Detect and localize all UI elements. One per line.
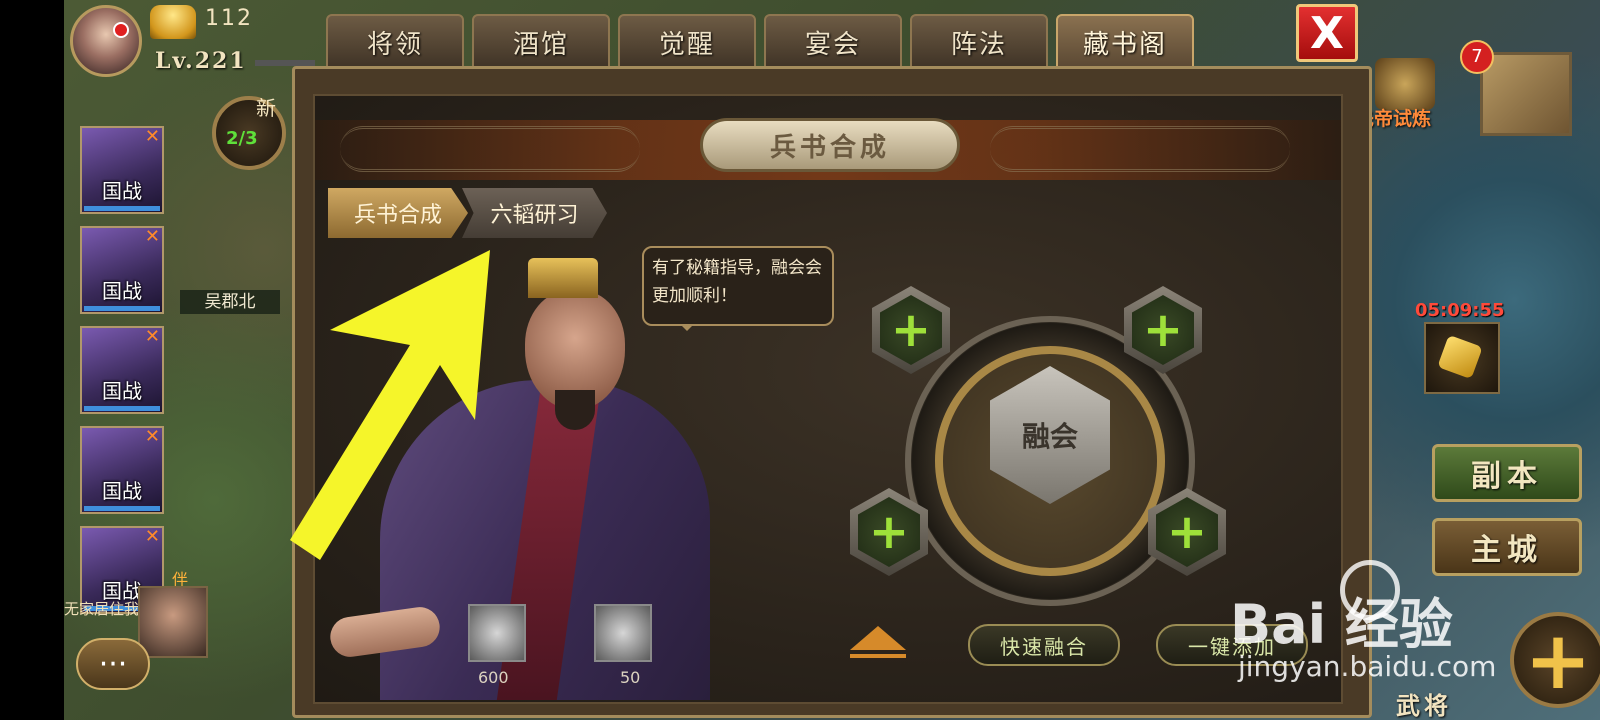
gold-ingot-icon bbox=[150, 5, 196, 39]
companion-portrait[interactable] bbox=[138, 586, 208, 658]
dungeon-button[interactable]: 副本 bbox=[1432, 444, 1582, 502]
map-location-label[interactable]: 吴郡北 bbox=[180, 290, 280, 314]
advisor-speech-bubble: 有了秘籍指导，融会会更加顺利！ bbox=[642, 246, 834, 331]
subtab-book-synthesis[interactable]: 兵书合成 bbox=[328, 188, 468, 238]
card-label: 国战 bbox=[102, 179, 142, 203]
crossed-swords-icon[interactable] bbox=[1375, 58, 1435, 110]
tab-generals[interactable]: 将领 bbox=[326, 14, 464, 70]
cross-swords-icon: ✕ bbox=[144, 426, 160, 447]
cross-swords-icon: ✕ bbox=[144, 126, 160, 147]
item-count: 50 bbox=[620, 668, 641, 687]
cross-swords-icon: ✕ bbox=[144, 226, 160, 247]
advisor-hat bbox=[528, 258, 598, 298]
card-hp-bar bbox=[84, 406, 160, 411]
plus-icon: + bbox=[1156, 497, 1218, 567]
plus-icon: + bbox=[1132, 295, 1194, 365]
tab-tavern[interactable]: 酒馆 bbox=[472, 14, 610, 70]
card-label: 国战 bbox=[102, 279, 142, 303]
close-button[interactable]: X bbox=[1296, 4, 1358, 62]
player-level: Lv.221 bbox=[155, 48, 247, 74]
watermark-brand: Bai 经验 bbox=[1230, 593, 1453, 656]
plus-icon: + bbox=[880, 295, 942, 365]
minimap[interactable] bbox=[1480, 52, 1572, 136]
subtab-liutao-study[interactable]: 六韬研习 bbox=[462, 188, 607, 238]
tab-formation[interactable]: 阵法 bbox=[910, 14, 1048, 70]
silver-feather-icon[interactable] bbox=[468, 604, 526, 662]
add-general-button[interactable]: + bbox=[1510, 612, 1600, 708]
annotation-arrow-icon bbox=[290, 250, 490, 560]
avatar-notification-dot bbox=[113, 22, 129, 38]
main-city-button[interactable]: 主城 bbox=[1432, 518, 1582, 576]
plus-icon: + bbox=[858, 497, 920, 567]
dragon-ornament-left bbox=[340, 126, 640, 172]
tab-awaken[interactable]: 觉醒 bbox=[618, 14, 756, 70]
item-count: 600 bbox=[478, 668, 509, 687]
general-card[interactable]: ✕ 国战 bbox=[80, 326, 164, 414]
chat-button[interactable]: ··· bbox=[76, 638, 150, 690]
notification-badge: 7 bbox=[1460, 40, 1494, 74]
dragon-ornament-right bbox=[990, 126, 1290, 172]
card-label: 国战 bbox=[102, 479, 142, 503]
tab-banquet[interactable]: 宴会 bbox=[764, 14, 902, 70]
card-label: 国战 bbox=[102, 379, 142, 403]
panel-title: 兵书合成 bbox=[700, 118, 960, 172]
player-avatar[interactable] bbox=[70, 5, 142, 77]
general-card[interactable]: ✕ 国战 bbox=[80, 426, 164, 514]
gold-amount: 112 bbox=[205, 6, 253, 31]
cross-swords-icon: ✕ bbox=[144, 526, 160, 547]
expand-up-icon[interactable] bbox=[850, 626, 906, 650]
generals-label[interactable]: 武将 bbox=[1396, 686, 1452, 720]
cross-swords-icon: ✕ bbox=[144, 326, 160, 347]
quick-fuse-button[interactable]: 快速融合 bbox=[968, 624, 1120, 666]
card-hp-bar bbox=[84, 506, 160, 511]
badge-progress: 2/3 bbox=[226, 128, 258, 149]
game-screen: 112 Lv.221 新 2/3 吴郡北 ✕ 国战 ✕ 国战 ✕ 国战 ✕ 国战… bbox=[0, 0, 1600, 720]
shadow-figure-icon[interactable] bbox=[594, 604, 652, 662]
general-card[interactable]: ✕ 国战 bbox=[80, 226, 164, 314]
watermark-url: jingyan.baidu.com bbox=[1238, 650, 1497, 683]
general-card[interactable]: ✕ 国战 bbox=[80, 126, 164, 214]
expand-up-bar bbox=[850, 654, 906, 658]
card-hp-bar bbox=[84, 206, 160, 211]
countdown-timer: 05:09:55 bbox=[1415, 300, 1505, 321]
tab-library[interactable]: 藏书阁 bbox=[1056, 14, 1194, 70]
left-letterbox bbox=[0, 0, 64, 720]
advisor-beard bbox=[555, 390, 595, 430]
badge-new-label: 新 bbox=[256, 96, 276, 120]
card-hp-bar bbox=[84, 306, 160, 311]
